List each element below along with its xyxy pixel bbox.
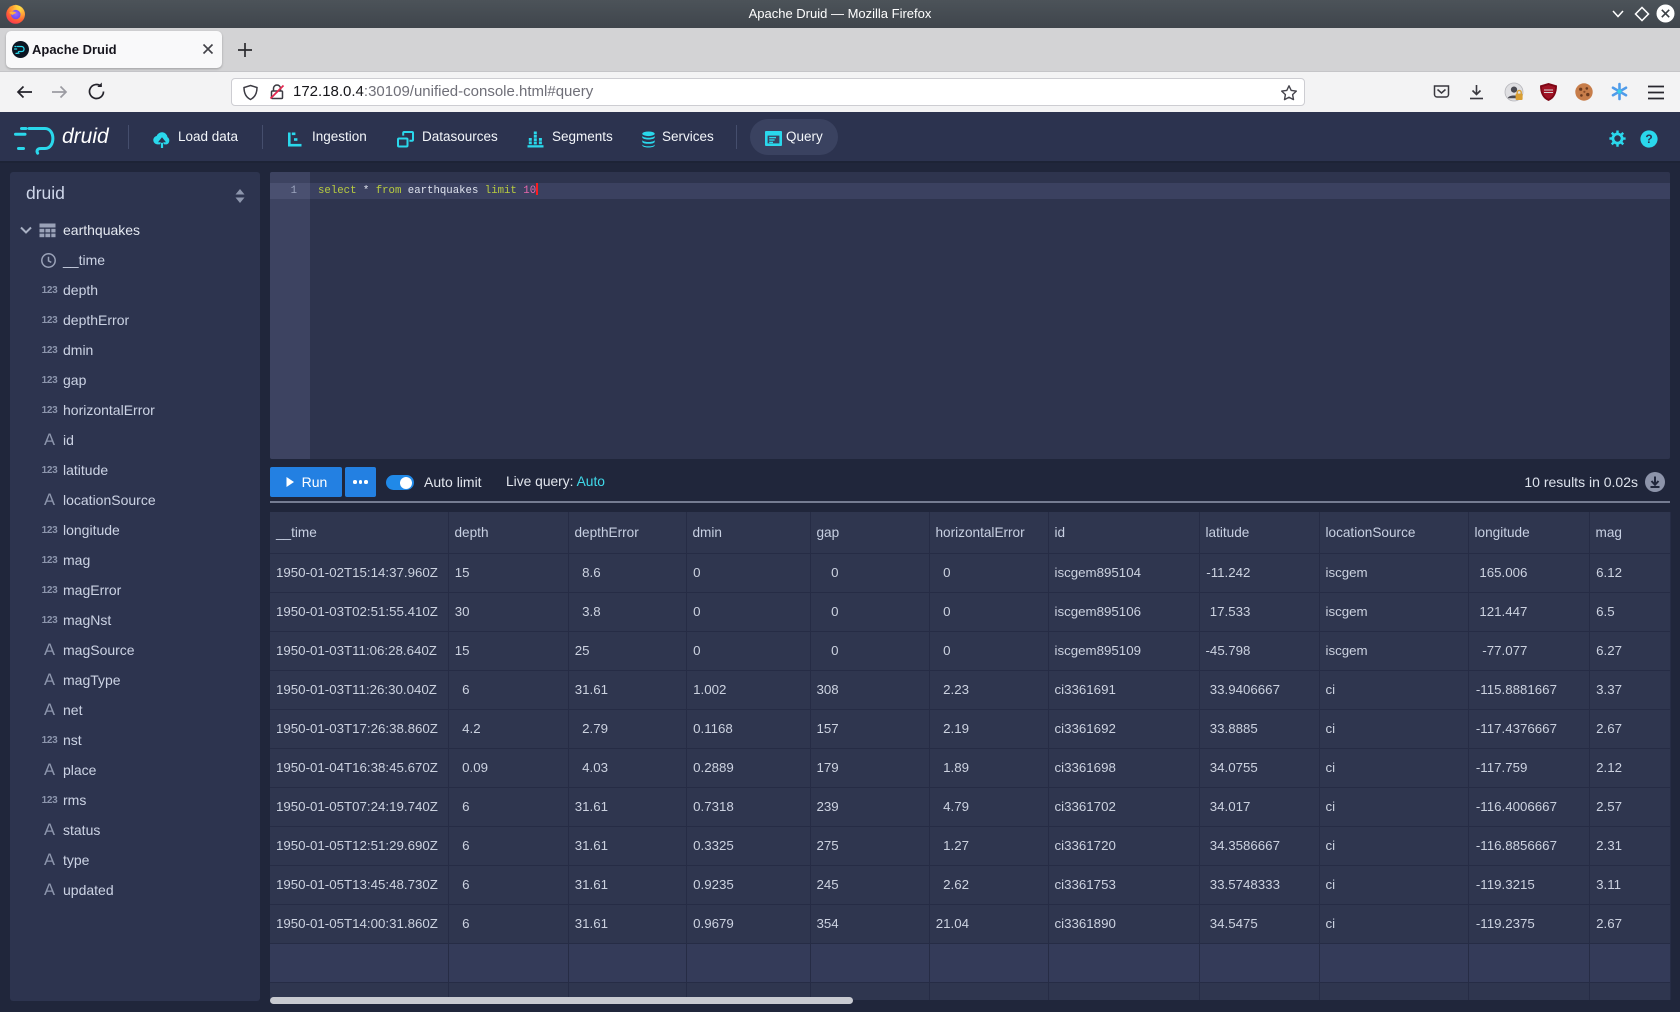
svg-text:?: ? xyxy=(1645,132,1652,146)
